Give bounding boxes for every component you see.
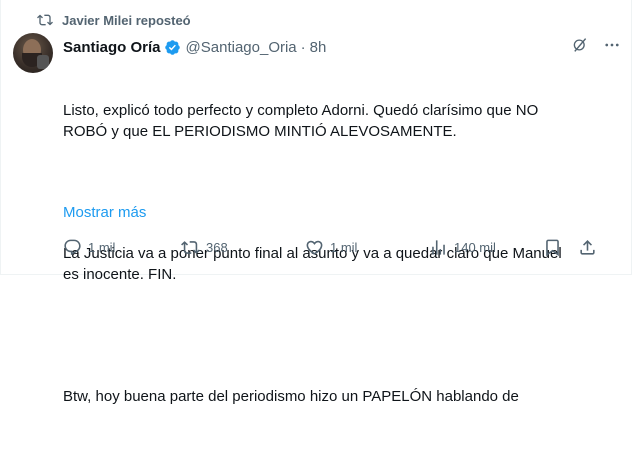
- verified-badge-icon: [164, 39, 181, 56]
- tweet-actions: 1 mil 368 1 mil 140 mil: [63, 236, 603, 258]
- share-icon: [578, 238, 597, 257]
- reply-button[interactable]: 1 mil: [63, 238, 115, 257]
- reply-icon: [63, 238, 82, 257]
- show-more-link[interactable]: Mostrar más: [63, 204, 146, 221]
- views-chart-icon: [429, 238, 448, 257]
- header-actions: [571, 36, 621, 59]
- author-name[interactable]: Santiago Oría: [63, 39, 161, 56]
- author-handle[interactable]: @Santiago_Oria: [186, 39, 297, 56]
- share-button[interactable]: [578, 238, 597, 257]
- repost-label: Javier Milei reposteó: [62, 12, 191, 28]
- tweet-timestamp[interactable]: 8h: [310, 39, 327, 56]
- repost-button[interactable]: 368: [181, 238, 228, 257]
- repost-icon: [181, 238, 200, 257]
- avatar[interactable]: [13, 33, 53, 73]
- heart-icon: [305, 238, 324, 257]
- repost-count: 368: [206, 239, 228, 255]
- grok-icon[interactable]: [571, 36, 589, 59]
- tweet-card[interactable]: Javier Milei reposteó Santiago Oría @San…: [0, 0, 632, 405]
- more-options-icon[interactable]: [603, 36, 621, 59]
- views-button[interactable]: 140 mil: [429, 238, 496, 257]
- bookmark-button[interactable]: [543, 238, 562, 257]
- like-count: 1 mil: [330, 239, 358, 255]
- repost-icon: [37, 12, 53, 28]
- views-count: 140 mil: [454, 239, 496, 255]
- like-button[interactable]: 1 mil: [305, 238, 357, 257]
- repost-indicator[interactable]: Javier Milei reposteó: [37, 10, 191, 30]
- bookmark-icon: [543, 238, 562, 257]
- tweet-header: Santiago Oría @Santiago_Oria · 8h: [63, 36, 617, 58]
- separator-dot: ·: [300, 38, 306, 56]
- tweet-paragraph: Listo, explicó todo perfecto y completo …: [63, 102, 539, 140]
- tweet-paragraph: Btw, hoy buena parte del periodismo hizo…: [63, 388, 519, 405]
- reply-count: 1 mil: [88, 239, 116, 255]
